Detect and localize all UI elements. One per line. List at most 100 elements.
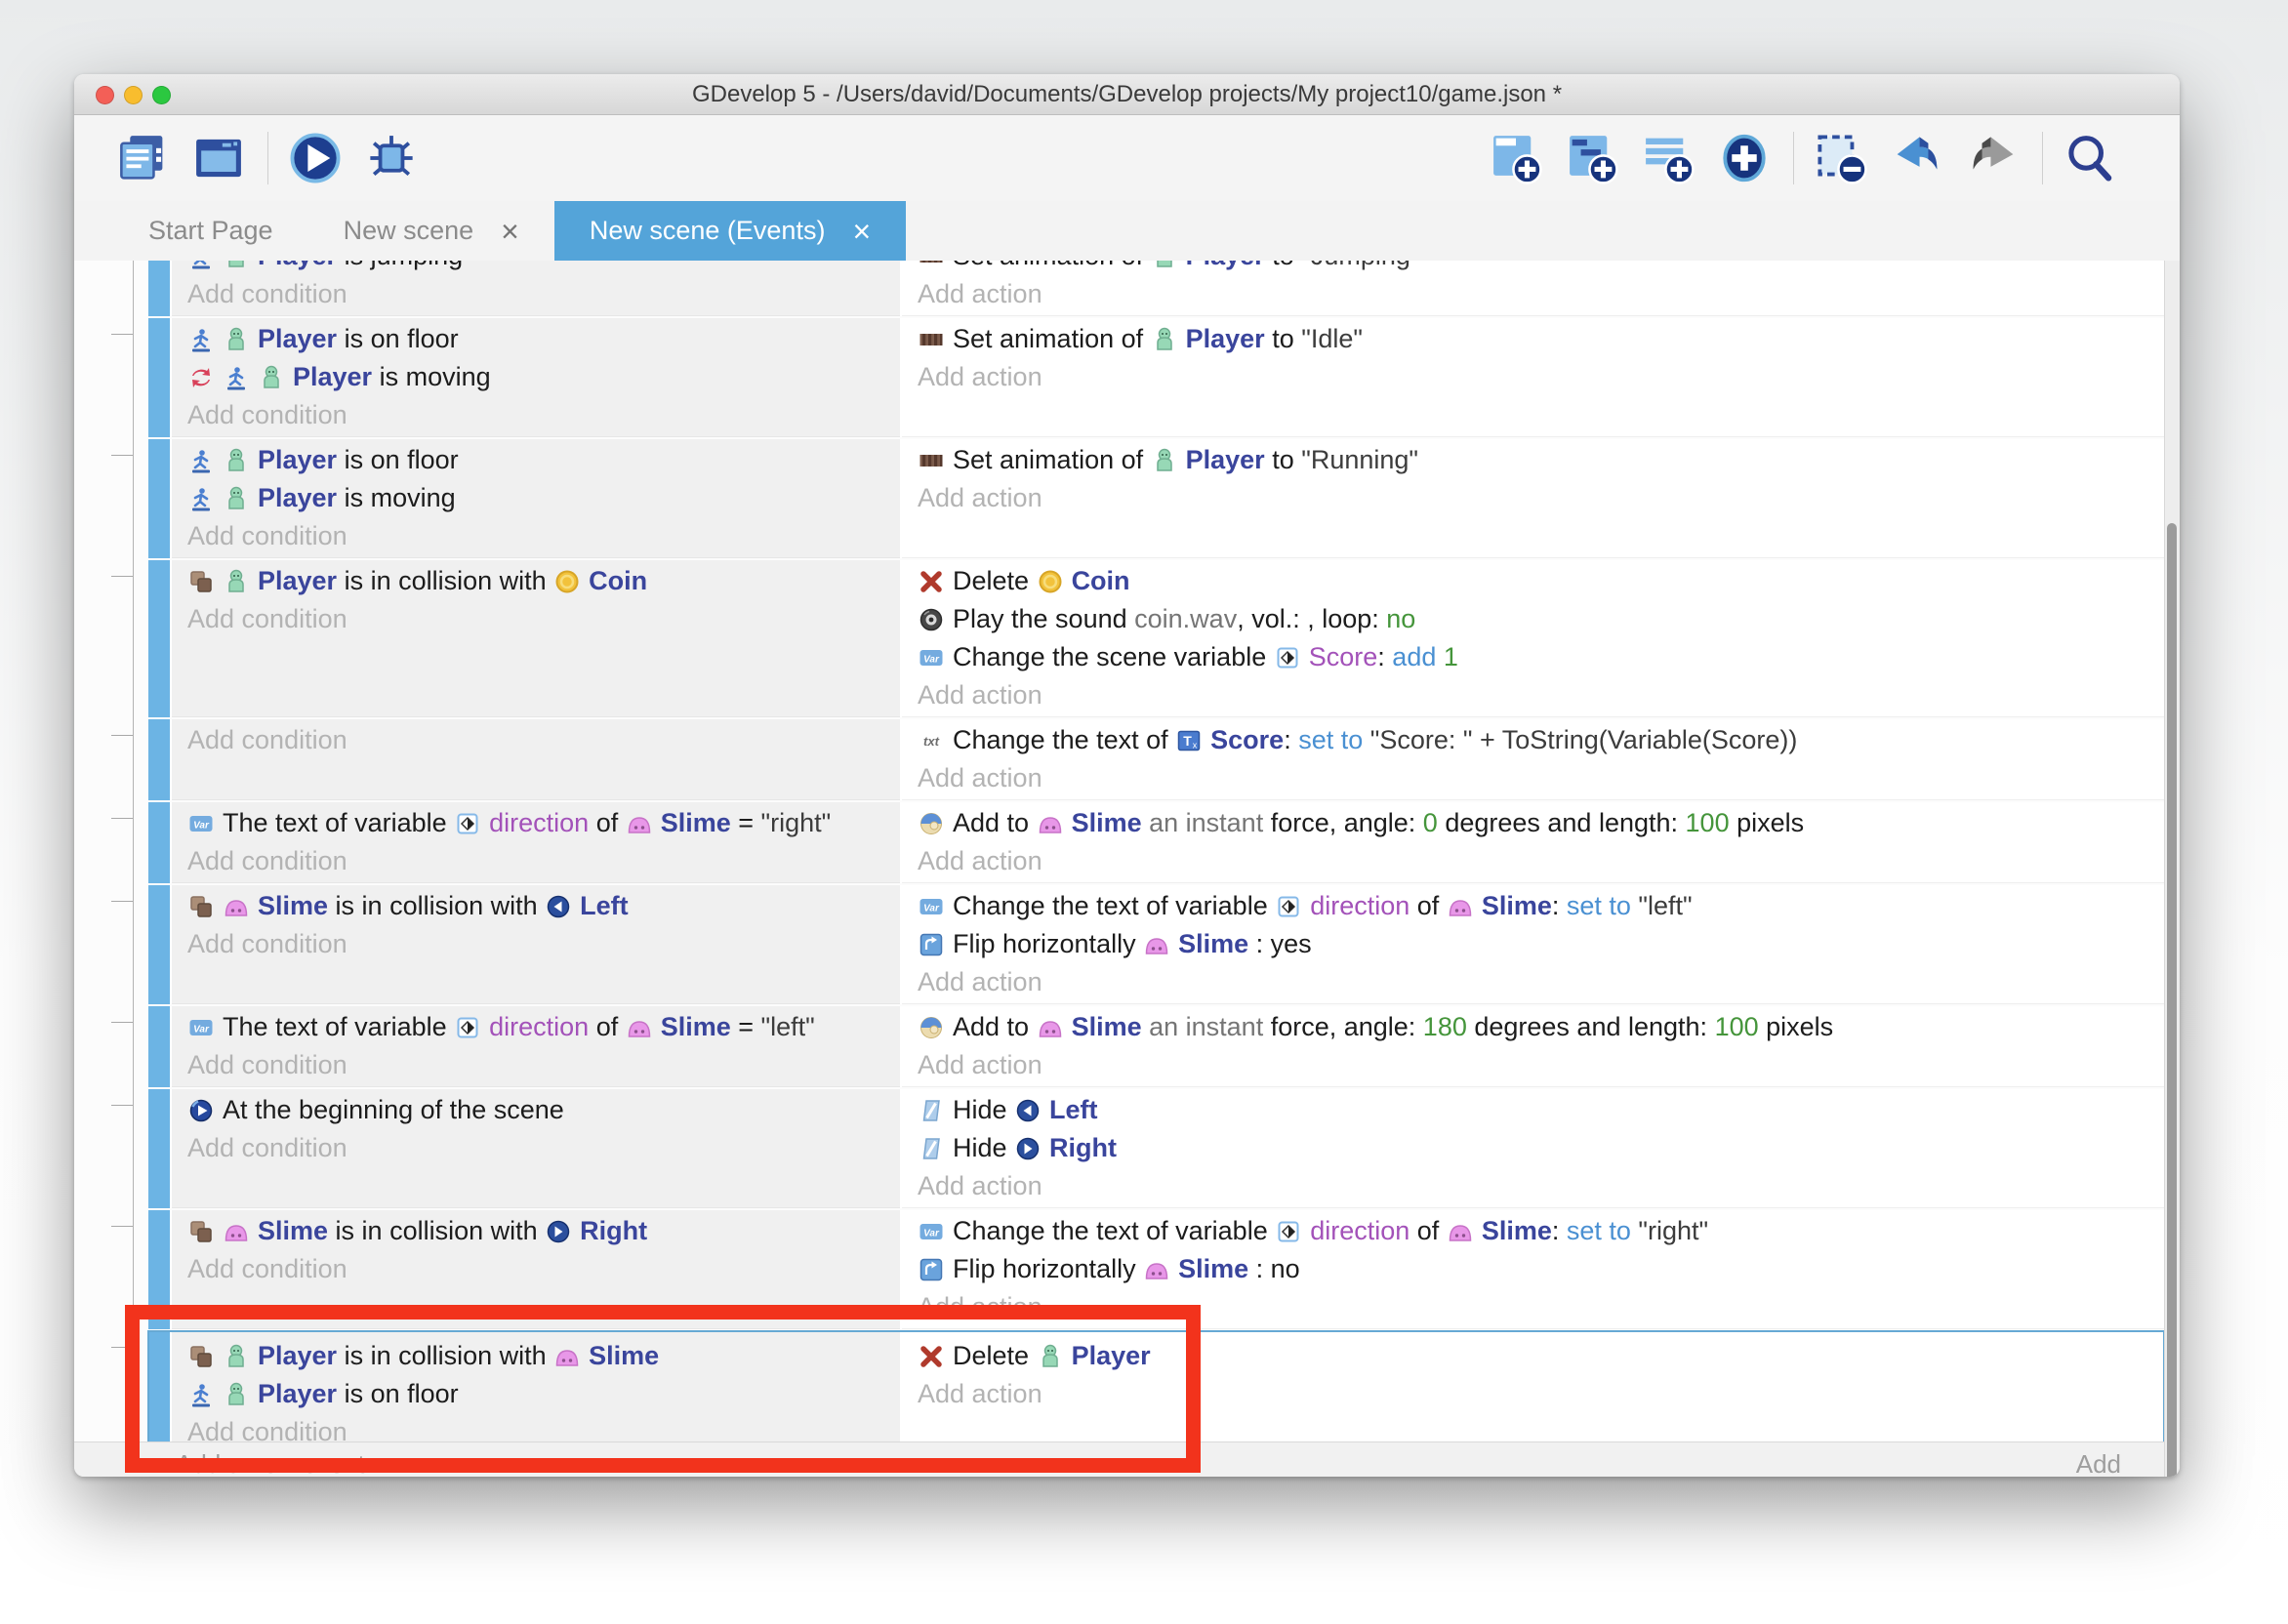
event-selection-bar[interactable] bbox=[148, 1210, 170, 1329]
add-more-button[interactable] bbox=[1717, 131, 1772, 185]
close-window-button[interactable] bbox=[96, 86, 114, 104]
event-selection-bar[interactable] bbox=[148, 318, 170, 437]
event-row[interactable]: Add condition txtChange the text of TxSco… bbox=[148, 719, 2164, 800]
action-line[interactable]: Hide Right bbox=[918, 1129, 2164, 1167]
add-action-link[interactable]: Add action bbox=[918, 676, 2164, 714]
add-condition-link[interactable]: Add condition bbox=[187, 1046, 900, 1084]
scrollbar-track[interactable] bbox=[2164, 261, 2180, 1477]
condition-line[interactable]: Player is jumping bbox=[187, 261, 900, 275]
scene-editor-button[interactable] bbox=[191, 131, 246, 185]
add-action-link[interactable]: Add action bbox=[918, 1375, 2164, 1413]
action-line[interactable]: Hide Left bbox=[918, 1091, 2164, 1129]
tab-new-scene-events-[interactable]: New scene (Events)× bbox=[554, 201, 906, 261]
add-condition-link[interactable]: Add condition bbox=[187, 721, 900, 759]
add-action-link[interactable]: Add action bbox=[918, 963, 2164, 1001]
event-selection-bar[interactable] bbox=[148, 261, 170, 316]
event-row[interactable]: Player is in collision with SlimePlayer … bbox=[148, 1331, 2164, 1441]
event-selection-bar[interactable] bbox=[148, 885, 170, 1004]
action-line[interactable]: VarChange the text of variable direction… bbox=[918, 887, 2164, 925]
condition-line[interactable]: Slime is in collision with Left bbox=[187, 887, 900, 925]
action-line[interactable]: Add to Slime an instant force, angle: 18… bbox=[918, 1008, 2164, 1046]
player-icon bbox=[223, 447, 250, 474]
event-row[interactable]: Player is jumpingAdd condition Set animat… bbox=[148, 261, 2164, 316]
event-row[interactable]: Slime is in collision with RightAdd cond… bbox=[148, 1210, 2164, 1329]
condition-line[interactable]: VarThe text of variable direction of Sli… bbox=[187, 1008, 900, 1046]
search-button[interactable] bbox=[2063, 131, 2117, 185]
action-line[interactable]: Flip horizontally Slime : no bbox=[918, 1250, 2164, 1288]
action-line[interactable]: Flip horizontally Slime : yes bbox=[918, 925, 2164, 963]
action-line[interactable]: Set animation of Player to "Idle" bbox=[918, 320, 2164, 358]
add-condition-link[interactable]: Add condition bbox=[187, 1250, 900, 1288]
event-row[interactable]: Slime is in collision with LeftAdd condi… bbox=[148, 885, 2164, 1004]
scrollbar-thumb[interactable] bbox=[2167, 523, 2177, 1477]
add-condition-link[interactable]: Add condition bbox=[187, 925, 900, 963]
add-action-link[interactable]: Add action bbox=[918, 275, 2164, 313]
action-line[interactable]: VarChange the text of variable direction… bbox=[918, 1212, 2164, 1250]
condition-line[interactable]: Player is on floor bbox=[187, 320, 900, 358]
add-action-link[interactable]: Add action bbox=[918, 479, 2164, 517]
tab-close-icon[interactable]: × bbox=[852, 216, 871, 247]
action-line[interactable]: Delete Coin bbox=[918, 562, 2164, 600]
event-row[interactable]: Player is on floorPlayer is movingAdd co… bbox=[148, 439, 2164, 558]
event-selection-bar[interactable] bbox=[148, 560, 170, 717]
action-line[interactable]: Delete Player bbox=[918, 1337, 2164, 1375]
condition-line[interactable]: VarThe text of variable direction of Sli… bbox=[187, 804, 900, 842]
add-action-link[interactable]: Add action bbox=[918, 1167, 2164, 1205]
tab-close-icon[interactable]: × bbox=[501, 216, 519, 247]
add-new-event-button[interactable]: Add a new event bbox=[176, 1449, 365, 1477]
action-line[interactable]: txtChange the text of TxScore: set to "S… bbox=[918, 721, 2164, 759]
add-condition-link[interactable]: Add condition bbox=[187, 600, 900, 638]
add-subevent-button[interactable] bbox=[1565, 131, 1619, 185]
condition-line[interactable]: Player is moving bbox=[187, 358, 900, 396]
event-selection-bar[interactable] bbox=[148, 1089, 170, 1208]
event-selection-bar[interactable] bbox=[148, 1006, 170, 1087]
add-condition-link[interactable]: Add condition bbox=[187, 275, 900, 313]
action-line[interactable]: Set animation of Player to "Jumping" bbox=[918, 261, 2164, 275]
add-condition-link[interactable]: Add condition bbox=[187, 396, 900, 434]
text-segment: force, angle: bbox=[1271, 808, 1423, 838]
add-condition-link[interactable]: Add condition bbox=[187, 842, 900, 880]
delete-selection-button[interactable] bbox=[1814, 131, 1868, 185]
event-selection-bar[interactable] bbox=[148, 1331, 170, 1441]
redo-button[interactable] bbox=[1966, 131, 2021, 185]
zoom-window-button[interactable] bbox=[152, 86, 171, 104]
action-line[interactable]: Set animation of Player to "Running" bbox=[918, 441, 2164, 479]
action-line[interactable]: Play the sound coin.wav, vol.: , loop: n… bbox=[918, 600, 2164, 638]
event-row[interactable]: VarThe text of variable direction of Sli… bbox=[148, 802, 2164, 883]
add-button[interactable]: Add bbox=[2076, 1449, 2121, 1477]
add-event-button[interactable] bbox=[1489, 131, 1543, 185]
event-selection-bar[interactable] bbox=[148, 802, 170, 883]
add-action-link[interactable]: Add action bbox=[918, 1046, 2164, 1084]
event-row[interactable]: Player is in collision with CoinAdd cond… bbox=[148, 560, 2164, 717]
condition-line[interactable]: Player is on floor bbox=[187, 441, 900, 479]
event-row[interactable]: At the beginning of the sceneAdd conditi… bbox=[148, 1089, 2164, 1208]
add-action-link[interactable]: Add action bbox=[918, 358, 2164, 396]
event-selection-bar[interactable] bbox=[148, 439, 170, 558]
condition-line[interactable]: Player is in collision with Coin bbox=[187, 562, 900, 600]
tab-start-page[interactable]: Start Page bbox=[113, 201, 308, 261]
add-comment-button[interactable] bbox=[1641, 131, 1696, 185]
add-condition-link[interactable]: Add condition bbox=[187, 1129, 900, 1167]
add-action-link[interactable]: Add action bbox=[918, 842, 2164, 880]
action-line[interactable]: Add to Slime an instant force, angle: 0 … bbox=[918, 804, 2164, 842]
event-row[interactable]: Player is on floorPlayer is movingAdd co… bbox=[148, 318, 2164, 437]
event-selection-bar[interactable] bbox=[148, 719, 170, 800]
sound-icon bbox=[918, 606, 945, 633]
condition-line[interactable]: At the beginning of the scene bbox=[187, 1091, 900, 1129]
debug-button[interactable] bbox=[364, 131, 419, 185]
condition-line[interactable]: Player is moving bbox=[187, 479, 900, 517]
add-condition-link[interactable]: Add condition bbox=[187, 517, 900, 555]
add-action-link[interactable]: Add action bbox=[918, 1288, 2164, 1326]
minimize-window-button[interactable] bbox=[124, 86, 143, 104]
condition-line[interactable]: Slime is in collision with Right bbox=[187, 1212, 900, 1250]
condition-line[interactable]: Player is in collision with Slime bbox=[187, 1337, 900, 1375]
add-action-link[interactable]: Add action bbox=[918, 759, 2164, 797]
condition-line[interactable]: Player is on floor bbox=[187, 1375, 900, 1413]
tab-new-scene[interactable]: New scene× bbox=[308, 201, 554, 261]
event-row[interactable]: VarThe text of variable direction of Sli… bbox=[148, 1006, 2164, 1087]
project-manager-button[interactable] bbox=[115, 131, 170, 185]
add-condition-link[interactable]: Add condition bbox=[187, 1413, 900, 1441]
preview-button[interactable] bbox=[288, 131, 343, 185]
undo-button[interactable] bbox=[1890, 131, 1944, 185]
action-line[interactable]: VarChange the scene variable Score: add … bbox=[918, 638, 2164, 676]
